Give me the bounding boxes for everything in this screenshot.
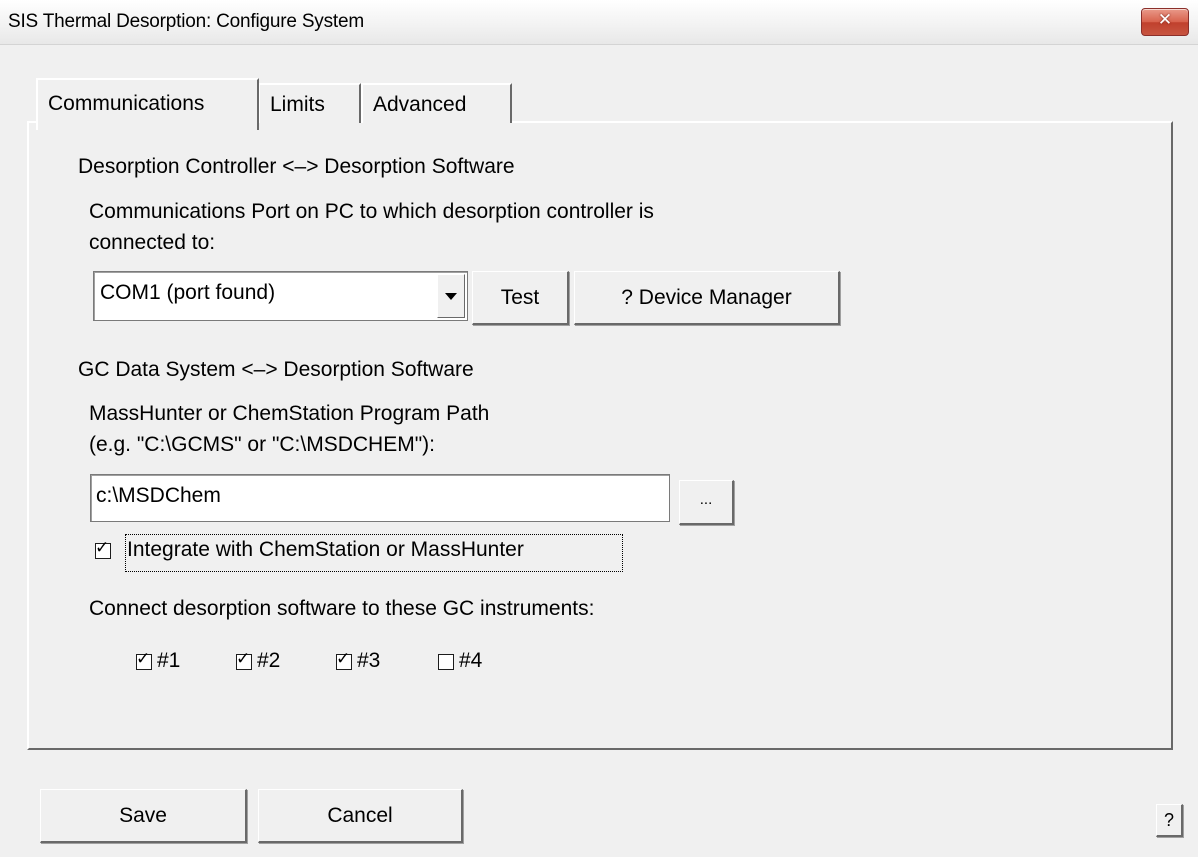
instrument-3-checkbox[interactable]: ✓ — [336, 649, 352, 670]
chevron-down-icon[interactable] — [437, 274, 465, 318]
cancel-button[interactable]: Cancel — [258, 789, 463, 843]
window-title: SIS Thermal Desorption: Configure System — [8, 11, 364, 32]
integrate-label[interactable]: Integrate with ChemStation or MassHunter — [127, 538, 524, 562]
integrate-checkbox[interactable]: ✓ — [95, 538, 111, 559]
port-label-line1: Communications Port on PC to which desor… — [89, 200, 654, 223]
check-icon: ✓ — [136, 649, 151, 669]
tab-limits[interactable]: Limits — [258, 83, 361, 123]
tab-advanced-label: Advanced — [373, 93, 467, 116]
save-button[interactable]: Save — [40, 789, 247, 843]
instrument-1-label[interactable]: #1 — [157, 649, 180, 673]
instrument-4-checkbox[interactable] — [438, 654, 454, 670]
instrument-1-checkbox[interactable]: ✓ — [136, 649, 152, 670]
instrument-4-label[interactable]: #4 — [459, 649, 482, 673]
instrument-3-label[interactable]: #3 — [357, 649, 380, 673]
instrument-2-label[interactable]: #2 — [257, 649, 280, 673]
controller-group-legend: Desorption Controller <–> Desorption Sof… — [74, 155, 519, 179]
instrument-2-checkbox[interactable]: ✓ — [236, 649, 252, 670]
check-icon: ✓ — [336, 649, 351, 669]
path-label-line1: MassHunter or ChemStation Program Path — [89, 402, 490, 425]
close-icon: ✕ — [1157, 10, 1173, 30]
gc-group-legend: GC Data System <–> Desorption Software — [74, 358, 478, 382]
port-label-line2: connected to: — [89, 231, 216, 254]
check-icon: ✓ — [95, 538, 110, 558]
check-icon: ✓ — [236, 649, 251, 669]
program-path-value: c:\MSDChem — [96, 484, 221, 507]
title-bar: SIS Thermal Desorption: Configure System… — [0, 0, 1198, 45]
instruments-label: Connect desorption software to these GC … — [89, 597, 595, 620]
help-button[interactable]: ? — [1156, 804, 1183, 837]
program-path-input[interactable]: c:\MSDChem — [90, 474, 670, 522]
path-label-line2: (e.g. "C:\GCMS" or "C:\MSDCHEM"): — [89, 433, 436, 456]
tab-limits-label: Limits — [270, 93, 325, 116]
com-port-value: COM1 (port found) — [100, 281, 276, 304]
close-button[interactable]: ✕ — [1141, 8, 1189, 36]
tab-communications-label: Communications — [48, 92, 205, 115]
browse-button[interactable]: ... — [679, 480, 734, 525]
test-button[interactable]: Test — [472, 271, 569, 325]
tab-advanced[interactable]: Advanced — [361, 83, 512, 123]
com-port-select[interactable]: COM1 (port found) — [93, 271, 468, 321]
configure-system-dialog: SIS Thermal Desorption: Configure System… — [0, 0, 1198, 857]
device-manager-button[interactable]: ? Device Manager — [574, 271, 840, 325]
tab-communications[interactable]: Communications — [36, 78, 259, 130]
